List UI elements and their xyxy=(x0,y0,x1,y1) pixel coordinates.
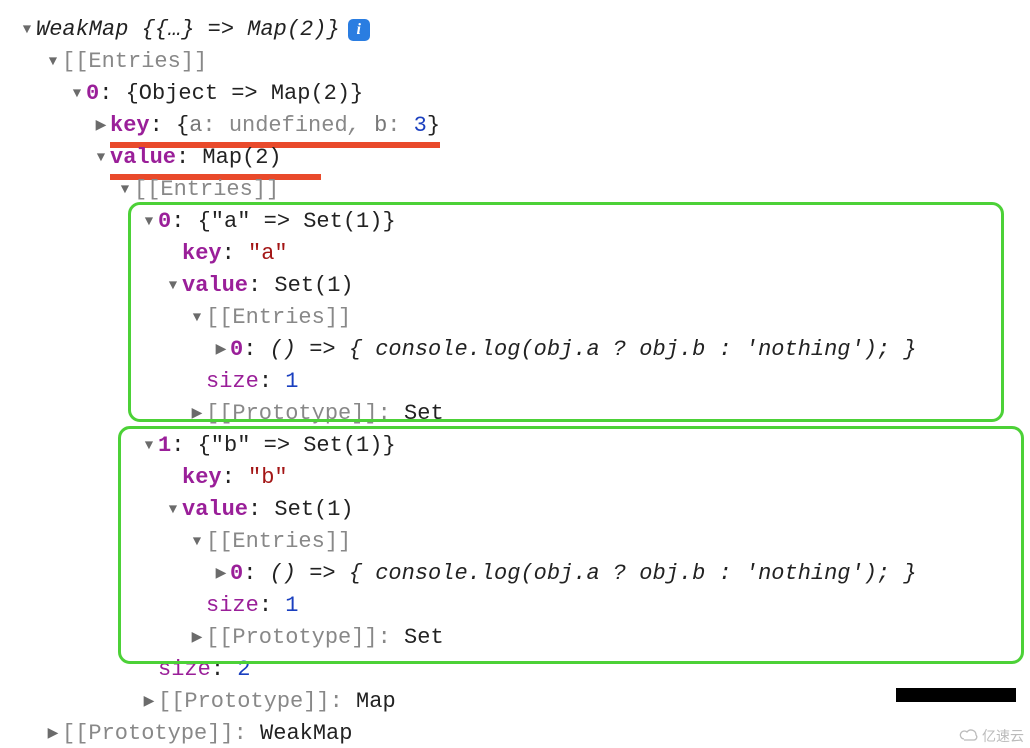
chevron-down-icon[interactable] xyxy=(188,302,206,334)
chevron-down-icon[interactable] xyxy=(116,174,134,206)
entry-a-fn-row[interactable]: 0: () => { console.log(obj.a ? obj.b : '… xyxy=(8,334,1030,366)
chevron-right-icon[interactable] xyxy=(92,110,110,142)
entry-a-key-row: key: "a" xyxy=(8,238,1030,270)
entry-a-entries-row[interactable]: [[Entries]] xyxy=(8,302,1030,334)
object-tree: WeakMap {{…} => Map(2)} i [[Entries]] 0:… xyxy=(0,0,1030,748)
entry-a-proto-row[interactable]: [[Prototype]]: Set xyxy=(8,398,1030,430)
chevron-down-icon[interactable] xyxy=(164,494,182,526)
chevron-down-icon[interactable] xyxy=(92,142,110,174)
chevron-right-icon[interactable] xyxy=(212,334,230,366)
chevron-right-icon[interactable] xyxy=(188,622,206,654)
chevron-down-icon[interactable] xyxy=(188,526,206,558)
map-proto-row[interactable]: [[Prototype]]: Map xyxy=(8,686,1030,718)
entry-0-key-row[interactable]: key: {a: undefined, b: 3} xyxy=(8,110,1030,142)
chevron-right-icon[interactable] xyxy=(44,718,62,748)
outer-size-row: size: 2 xyxy=(8,654,1030,686)
entry-a-size-row: size: 1 xyxy=(8,366,1030,398)
entry-a-value-row[interactable]: value: Set(1) xyxy=(8,270,1030,302)
info-icon[interactable]: i xyxy=(348,19,370,41)
chevron-right-icon[interactable] xyxy=(212,558,230,590)
chevron-down-icon[interactable] xyxy=(68,78,86,110)
chevron-right-icon[interactable] xyxy=(140,686,158,718)
chevron-down-icon[interactable] xyxy=(18,14,36,46)
entry-0-row[interactable]: 0: {Object => Map(2)} xyxy=(8,78,1030,110)
entry-b-key-row: key: "b" xyxy=(8,462,1030,494)
inner-entries-row[interactable]: [[Entries]] xyxy=(8,174,1030,206)
redaction-bar xyxy=(896,688,1016,702)
chevron-down-icon[interactable] xyxy=(44,46,62,78)
weakmap-proto-row[interactable]: [[Prototype]]: WeakMap xyxy=(8,718,1030,748)
chevron-down-icon[interactable] xyxy=(164,270,182,302)
entry-b-fn-row[interactable]: 0: () => { console.log(obj.a ? obj.b : '… xyxy=(8,558,1030,590)
entry-b-proto-row[interactable]: [[Prototype]]: Set xyxy=(8,622,1030,654)
entry-b-entries-row[interactable]: [[Entries]] xyxy=(8,526,1030,558)
map-entry-b-row[interactable]: 1: {"b" => Set(1)} xyxy=(8,430,1030,462)
entries-row[interactable]: [[Entries]] xyxy=(8,46,1030,78)
entry-b-value-row[interactable]: value: Set(1) xyxy=(8,494,1030,526)
chevron-right-icon[interactable] xyxy=(188,398,206,430)
map-entry-a-row[interactable]: 0: {"a" => Set(1)} xyxy=(8,206,1030,238)
chevron-down-icon[interactable] xyxy=(140,430,158,462)
root-row[interactable]: WeakMap {{…} => Map(2)} i xyxy=(8,14,1030,46)
entry-b-size-row: size: 1 xyxy=(8,590,1030,622)
chevron-down-icon[interactable] xyxy=(140,206,158,238)
entry-0-value-row[interactable]: value: Map(2) xyxy=(8,142,1030,174)
watermark: 亿速云 xyxy=(958,726,1024,746)
